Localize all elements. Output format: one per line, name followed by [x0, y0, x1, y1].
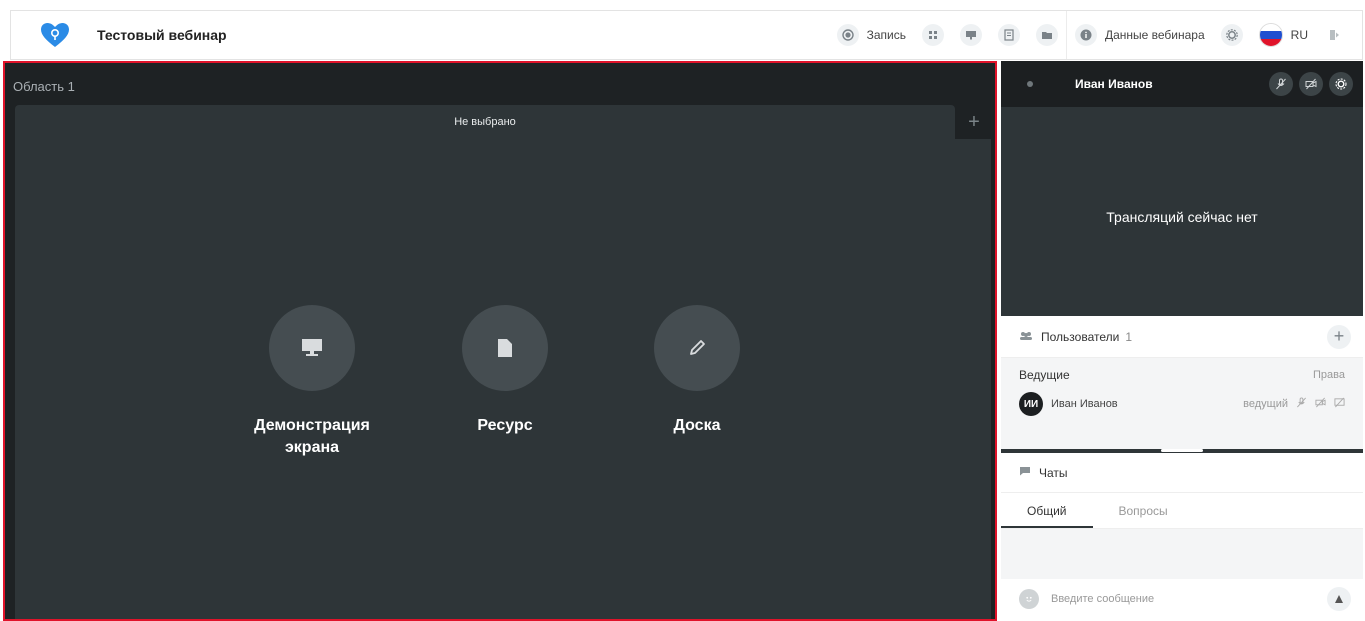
right-panel: Иван Иванов Трансляций сейчас нет Пользо… [1001, 61, 1363, 621]
message-input-row: Введите сообщение [1001, 579, 1363, 619]
user-microphone-off-icon[interactable] [1296, 397, 1307, 411]
settings-button[interactable] [1213, 11, 1251, 59]
send-icon[interactable] [1327, 587, 1351, 611]
video-controls [1269, 72, 1353, 96]
video-settings-icon[interactable] [1329, 72, 1353, 96]
avatar: ИИ [1019, 392, 1043, 416]
logo-icon [37, 20, 73, 50]
camera-off-icon[interactable] [1299, 72, 1323, 96]
users-header: Пользователи 1 + [1001, 316, 1363, 358]
record-label: Запись [866, 28, 906, 42]
layout-button[interactable] [914, 11, 952, 59]
add-tab-button[interactable]: + [957, 105, 991, 139]
user-screen-off-icon[interactable] [1334, 397, 1345, 411]
users-count: 1 [1125, 329, 1133, 344]
info-icon [1074, 24, 1097, 46]
chats-header: Чаты [1001, 453, 1363, 493]
tab-general[interactable]: Общий [1001, 504, 1093, 528]
presentation-button[interactable] [952, 11, 990, 59]
area-tab[interactable]: Не выбрано [15, 105, 955, 139]
status-dot [1027, 81, 1033, 87]
chat-tabs: Общий Вопросы [1001, 493, 1363, 529]
users-panel: Пользователи 1 + Ведущие Права ИИ Иван И… [1001, 316, 1363, 451]
whiteboard-label: Доска [673, 417, 721, 434]
stage: Демонстрация экрана Ресурс Доска [15, 139, 991, 619]
presentation-icon [959, 24, 982, 46]
webinar-data-button[interactable]: Данные вебинара [1067, 11, 1213, 59]
user-camera-off-icon[interactable] [1315, 397, 1326, 411]
presenters-group: Ведущие Права ИИ Иван Иванов ведущий [1001, 358, 1363, 451]
russia-flag-icon [1258, 23, 1283, 47]
chats-title: Чаты [1039, 465, 1068, 480]
add-user-button[interactable]: + [1327, 324, 1351, 349]
message-input[interactable]: Введите сообщение [1051, 593, 1154, 605]
plus-icon: + [968, 110, 980, 133]
chat-messages [1001, 529, 1363, 579]
user-row[interactable]: ИИ Иван Иванов ведущий [1019, 392, 1345, 416]
screen-share-label: Демонстрация экрана [254, 417, 370, 456]
monitor-icon [269, 305, 355, 391]
video-header: Иван Иванов [1001, 61, 1363, 107]
presenter-name: Иван Иванов [1075, 77, 1153, 91]
microphone-off-icon[interactable] [1269, 72, 1293, 96]
tab-questions[interactable]: Вопросы [1093, 504, 1194, 528]
area-title: Область 1 [13, 79, 75, 94]
gear-icon [1220, 24, 1243, 46]
top-toolbar: Запись Данные вебинара RU [829, 11, 1362, 59]
users-title: Пользователи [1041, 329, 1120, 344]
folder-icon [1035, 24, 1058, 46]
main-area: Область 1 Не выбрано + Демонстрация экра… [3, 61, 997, 621]
presenters-title: Ведущие [1019, 368, 1070, 382]
no-broadcasts-message: Трансляций сейчас нет [1106, 209, 1258, 225]
webinar-app: Тестовый вебинар Запись Данные вебинара … [0, 0, 1365, 621]
document-icon [997, 24, 1020, 46]
screen-share-option[interactable]: Демонстрация экрана [237, 305, 387, 459]
resource-label: Ресурс [477, 417, 533, 434]
document-button[interactable] [990, 11, 1028, 59]
rights-label: Права [1313, 369, 1345, 381]
top-bar: Тестовый вебинар Запись Данные вебинара … [10, 10, 1363, 60]
language-label: RU [1290, 28, 1308, 42]
users-icon [1019, 330, 1033, 344]
file-icon [462, 305, 548, 391]
resize-handle[interactable] [1161, 449, 1203, 452]
grid-icon [921, 24, 944, 46]
webinar-title: Тестовый вебинар [97, 27, 227, 43]
area-tab-label: Не выбрано [454, 116, 516, 128]
record-icon [836, 24, 859, 46]
exit-button[interactable] [1316, 11, 1362, 59]
video-panel: Иван Иванов Трансляций сейчас нет [1001, 61, 1363, 316]
user-name: Иван Иванов [1051, 398, 1118, 410]
emoji-icon[interactable] [1019, 589, 1039, 609]
whiteboard-option[interactable]: Доска [622, 305, 772, 437]
language-switcher[interactable]: RU [1251, 11, 1316, 59]
chats-panel: Чаты Общий Вопросы Введите сообщение [1001, 453, 1363, 621]
record-button[interactable]: Запись [829, 11, 914, 59]
user-role: ведущий [1243, 398, 1288, 410]
webinar-data-label: Данные вебинара [1104, 28, 1205, 42]
pencil-icon [654, 305, 740, 391]
folder-button[interactable] [1028, 11, 1066, 59]
chat-icon [1019, 466, 1031, 479]
exit-icon [1324, 24, 1346, 46]
resource-option[interactable]: Ресурс [430, 305, 580, 437]
